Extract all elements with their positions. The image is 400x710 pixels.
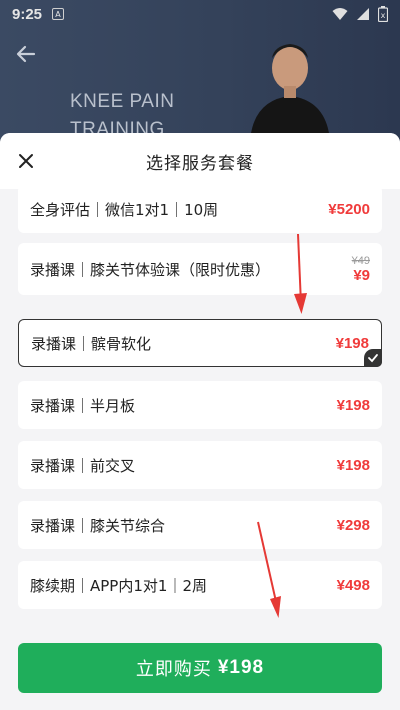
notification-a-icon: A	[52, 8, 65, 20]
svg-text:x: x	[381, 11, 386, 20]
selected-check-icon	[364, 349, 382, 367]
sheet-header: 选择服务套餐	[0, 133, 400, 189]
package-label: 录播课｜膝关节综合	[30, 516, 166, 535]
service-package-sheet: 选择服务套餐 全身评估｜微信1对1｜10周 ¥5200 录播课｜膝关节体验课（限…	[0, 133, 400, 710]
package-price: ¥198	[335, 334, 369, 352]
package-price: ¥298	[336, 516, 370, 534]
status-bar: 9:25 A x	[0, 0, 400, 28]
package-price-group: ¥49 ¥9	[352, 255, 370, 284]
package-price: ¥9	[353, 266, 370, 284]
buy-button-label: 立即购买	[135, 659, 212, 680]
package-label: 录播课｜前交叉	[30, 456, 136, 475]
package-item-knee-comprehensive[interactable]: 录播课｜膝关节综合 ¥298	[18, 501, 382, 549]
status-time: 9:25	[12, 5, 43, 23]
package-label: 录播课｜半月板	[30, 396, 136, 415]
status-icons: x	[332, 6, 388, 22]
buy-button-price: ¥198	[217, 657, 265, 678]
package-label: 录播课｜膝关节体验课（限时优惠）	[30, 260, 271, 279]
package-item-acl[interactable]: 录播课｜前交叉 ¥198	[18, 441, 382, 489]
package-item-meniscus[interactable]: 录播课｜半月板 ¥198	[18, 381, 382, 429]
package-item-patella[interactable]: 录播课｜髌骨软化 ¥198	[18, 319, 382, 367]
package-price: ¥198	[336, 396, 370, 414]
annotation-arrow-top	[294, 233, 307, 314]
package-price: ¥498	[336, 576, 370, 594]
close-icon[interactable]	[14, 149, 38, 173]
package-item-knee-renewal[interactable]: 膝续期｜APP内1对1｜2周 ¥498	[18, 561, 382, 609]
annotation-arrow-bottom	[257, 521, 281, 618]
package-item-full-body-assessment[interactable]: 全身评估｜微信1对1｜10周 ¥5200	[18, 185, 382, 233]
signal-icon	[357, 8, 369, 20]
hero-title-line1: KNEE PAIN	[70, 91, 175, 112]
package-label: 全身评估｜微信1对1｜10周	[30, 200, 219, 219]
back-arrow-icon[interactable]	[14, 42, 38, 66]
package-item-knee-trial[interactable]: 录播课｜膝关节体验课（限时优惠） ¥49 ¥9	[18, 243, 382, 295]
buy-now-button[interactable]: 立即购买 ¥198	[18, 643, 382, 693]
battery-icon: x	[378, 6, 388, 22]
package-label: 膝续期｜APP内1对1｜2周	[30, 576, 207, 595]
sheet-title: 选择服务套餐	[146, 153, 254, 174]
original-price: ¥49	[351, 254, 370, 267]
wifi-icon	[332, 8, 348, 20]
instructor-photo	[250, 44, 330, 140]
package-label: 录播课｜髌骨软化	[31, 334, 152, 353]
package-price: ¥5200	[328, 200, 370, 218]
package-price: ¥198	[336, 456, 370, 474]
